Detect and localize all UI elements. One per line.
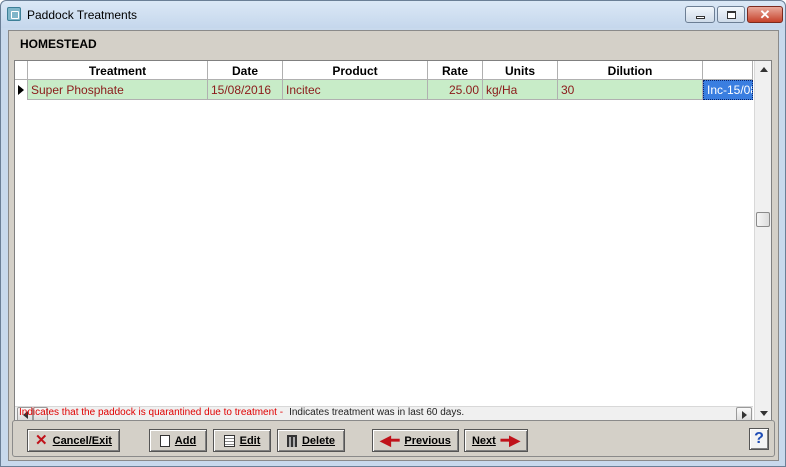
- column-header-code[interactable]: [703, 61, 753, 80]
- maximize-icon: [726, 10, 736, 19]
- help-button[interactable]: ?: [749, 428, 769, 450]
- edit-document-icon: [223, 434, 235, 447]
- scroll-right-icon: [741, 410, 747, 419]
- column-header-product[interactable]: Product: [283, 61, 428, 80]
- cell-units[interactable]: kg/Ha: [483, 80, 558, 100]
- window-title: Paddock Treatments: [27, 8, 138, 22]
- vertical-scroll-thumb[interactable]: [756, 212, 770, 227]
- column-header-units[interactable]: Units: [483, 61, 558, 80]
- cancel-exit-button[interactable]: ✕ Cancel/Exit: [27, 429, 120, 452]
- cancel-exit-label: Cancel/Exit: [52, 434, 112, 447]
- row-pointer-icon: [18, 85, 24, 95]
- legend: Indicates that the paddock is quarantine…: [19, 407, 464, 418]
- scroll-down-icon: [759, 411, 768, 416]
- column-header-dilution[interactable]: Dilution: [558, 61, 703, 80]
- add-button[interactable]: Add: [149, 429, 207, 452]
- minimize-button[interactable]: [685, 6, 715, 23]
- cell-dilution[interactable]: 30: [558, 80, 703, 100]
- paddock-name: HOMESTEAD: [20, 37, 97, 51]
- scroll-up-button[interactable]: [755, 61, 772, 78]
- title-bar[interactable]: Paddock Treatments ✕: [1, 1, 785, 28]
- delete-button[interactable]: Delete: [277, 429, 345, 452]
- row-indicator-header: [15, 61, 28, 80]
- treatments-grid[interactable]: Treatment Date Product Rate Units Diluti…: [14, 60, 772, 423]
- close-button[interactable]: ✕: [747, 6, 783, 23]
- previous-label: Previous: [404, 434, 451, 447]
- paddock-header: HOMESTEAD: [9, 31, 778, 59]
- cancel-x-icon: ✕: [35, 432, 48, 449]
- cell-date[interactable]: 15/08/2016: [208, 80, 283, 100]
- delete-label: Delete: [301, 434, 336, 447]
- cell-product[interactable]: Incitec: [283, 80, 428, 100]
- close-icon: ✕: [759, 7, 771, 22]
- next-button[interactable]: Next ━▶: [464, 429, 528, 452]
- add-label: Add: [174, 434, 197, 447]
- maximize-button[interactable]: [717, 6, 745, 23]
- next-label: Next: [471, 434, 496, 447]
- client-area: HOMESTEAD Treatment Date Product Rate Un…: [8, 30, 779, 461]
- table-row[interactable]: Super Phosphate 15/08/2016 Incitec 25.00…: [15, 80, 753, 100]
- arrow-right-icon: ━▶: [500, 432, 521, 448]
- action-toolbar: ✕ Cancel/Exit Add Edit Delete ◀━ Previou…: [12, 420, 775, 457]
- help-question-icon: ?: [754, 430, 764, 447]
- paddock-treatments-window: Paddock Treatments ✕ HOMESTEAD Treatment…: [0, 0, 786, 467]
- grid-header-row: Treatment Date Product Rate Units Diluti…: [15, 61, 753, 80]
- current-row-indicator: [15, 80, 28, 100]
- arrow-left-icon: ◀━: [380, 432, 400, 448]
- vertical-scrollbar[interactable]: [754, 61, 771, 422]
- cell-code[interactable]: Inc-15/08: [703, 80, 753, 100]
- app-icon: [7, 7, 21, 21]
- previous-button[interactable]: ◀━ Previous: [372, 429, 459, 452]
- column-header-date[interactable]: Date: [208, 61, 283, 80]
- column-header-rate[interactable]: Rate: [428, 61, 483, 80]
- scroll-up-icon: [759, 67, 768, 72]
- new-document-icon: [159, 434, 170, 447]
- cell-treatment[interactable]: Super Phosphate: [28, 80, 208, 100]
- column-header-treatment[interactable]: Treatment: [28, 61, 208, 80]
- trash-icon: [286, 434, 297, 447]
- cell-rate[interactable]: 25.00: [428, 80, 483, 100]
- edit-button[interactable]: Edit: [213, 429, 271, 452]
- legend-quarantine-text: Indicates that the paddock is quarantine…: [19, 407, 284, 418]
- legend-recent-text: Indicates treatment was in last 60 days.: [289, 407, 465, 418]
- edit-label: Edit: [239, 434, 261, 447]
- minimize-icon: [695, 15, 705, 19]
